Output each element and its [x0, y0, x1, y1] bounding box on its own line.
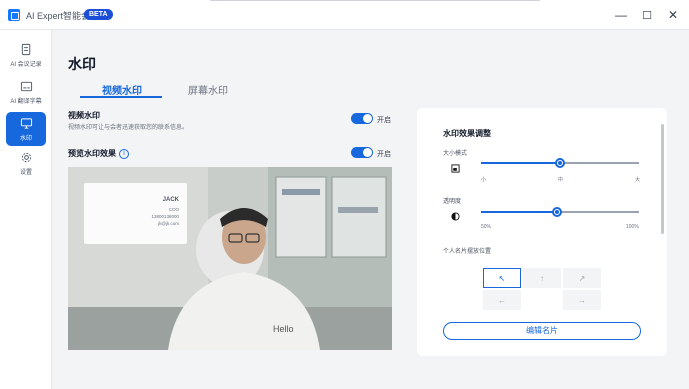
subtitle-icon	[20, 81, 32, 91]
opacity-icon	[451, 212, 460, 221]
sidebar-item-translate-subtitles[interactable]: AI 翻译字幕	[6, 75, 46, 109]
document-icon	[21, 43, 30, 55]
title-bar: AI Expert智能会议 BETA — ☐ ✕	[0, 0, 689, 30]
maximize-button[interactable]: ☐	[638, 6, 656, 24]
preview-title-text: 预览水印效果	[68, 149, 116, 158]
watermark-adjust-panel: 水印效果调整 大小模式 小 中 大 透明度 50% 100% 个人名片摆放位置 …	[417, 108, 667, 356]
minimize-button[interactable]: —	[612, 6, 630, 24]
position-grid: ↖ ↑ ↗ ← →	[483, 268, 601, 310]
panel-title: 水印效果调整	[443, 129, 491, 138]
video-watermark-title: 视频水印	[68, 111, 100, 120]
size-label: 大小模式	[443, 151, 468, 157]
opacity-label: 透明度	[443, 199, 462, 205]
watermark-preview: Hello JACK COO 13800138000 jk@jk.com	[68, 167, 392, 350]
preview-toggle[interactable]	[351, 147, 373, 158]
shirt-text: Hello	[273, 324, 294, 334]
opacity-slider-thumb[interactable]	[551, 207, 562, 217]
close-button[interactable]: ✕	[664, 6, 682, 24]
position-middle-left[interactable]: ←	[483, 290, 521, 310]
size-tick-large: 大	[635, 177, 641, 183]
size-mode-icon	[451, 164, 460, 173]
position-label: 个人名片摆放位置	[443, 249, 492, 255]
edit-card-button[interactable]: 编辑名片	[443, 322, 641, 340]
video-watermark-description: 视频水印可让与会者迅速获取您的联系信息。	[68, 125, 189, 131]
panel-scrollbar[interactable]	[661, 124, 664, 234]
position-top-center[interactable]: ↑	[523, 268, 561, 288]
size-slider-thumb[interactable]	[555, 158, 565, 168]
active-tab-indicator	[80, 96, 162, 98]
opacity-slider-fill	[481, 211, 557, 213]
card-email: jk@jk.com	[158, 221, 179, 226]
size-tick-medium: 中	[558, 177, 564, 183]
info-icon[interactable]: i	[119, 148, 129, 159]
business-card-watermark: JACK COO 13800138000 jk@jk.com	[84, 183, 187, 244]
size-slider[interactable]	[481, 158, 639, 168]
card-phone: 13800138000	[151, 214, 179, 219]
card-name: JACK	[162, 197, 179, 203]
sidebar-item-settings[interactable]: 设置	[6, 146, 46, 180]
tab-video-watermark[interactable]: 视频水印	[82, 82, 162, 97]
position-top-left[interactable]: ↖	[483, 268, 521, 288]
gear-icon	[21, 152, 31, 162]
beta-badge: BETA	[84, 9, 113, 20]
sidebar-item-label: 设置	[19, 169, 32, 176]
sidebar-item-label: AI 会议记录	[10, 61, 42, 68]
card-role: COO	[168, 207, 179, 212]
tab-screen-watermark[interactable]: 屏幕水印	[178, 82, 238, 97]
position-center	[523, 290, 561, 310]
size-slider-fill	[481, 162, 560, 164]
position-top-right[interactable]: ↗	[563, 268, 601, 288]
opacity-slider[interactable]	[481, 207, 639, 217]
preview-toggle-label: 开启	[377, 151, 391, 158]
title-divider	[210, 0, 540, 1]
opacity-tick-max: 100%	[626, 224, 639, 230]
page-title: 水印	[68, 56, 96, 72]
video-watermark-toggle-label: 开启	[377, 117, 391, 124]
video-watermark-toggle[interactable]	[351, 113, 373, 124]
monitor-icon	[20, 117, 32, 129]
size-tick-small: 小	[481, 177, 487, 183]
position-middle-right[interactable]: →	[563, 290, 601, 310]
preview-title: 预览水印效果 i	[68, 148, 129, 159]
sidebar-item-label: AI 翻译字幕	[10, 98, 42, 105]
sidebar: AI 会议记录 AI 翻译字幕 水印 设置	[0, 30, 52, 389]
sidebar-item-meeting-notes[interactable]: AI 会议记录	[6, 38, 46, 72]
opacity-tick-min: 50%	[481, 224, 492, 230]
sidebar-item-watermark[interactable]: 水印	[6, 112, 46, 146]
sidebar-item-label: 水印	[19, 135, 32, 142]
app-logo-icon	[8, 9, 20, 21]
